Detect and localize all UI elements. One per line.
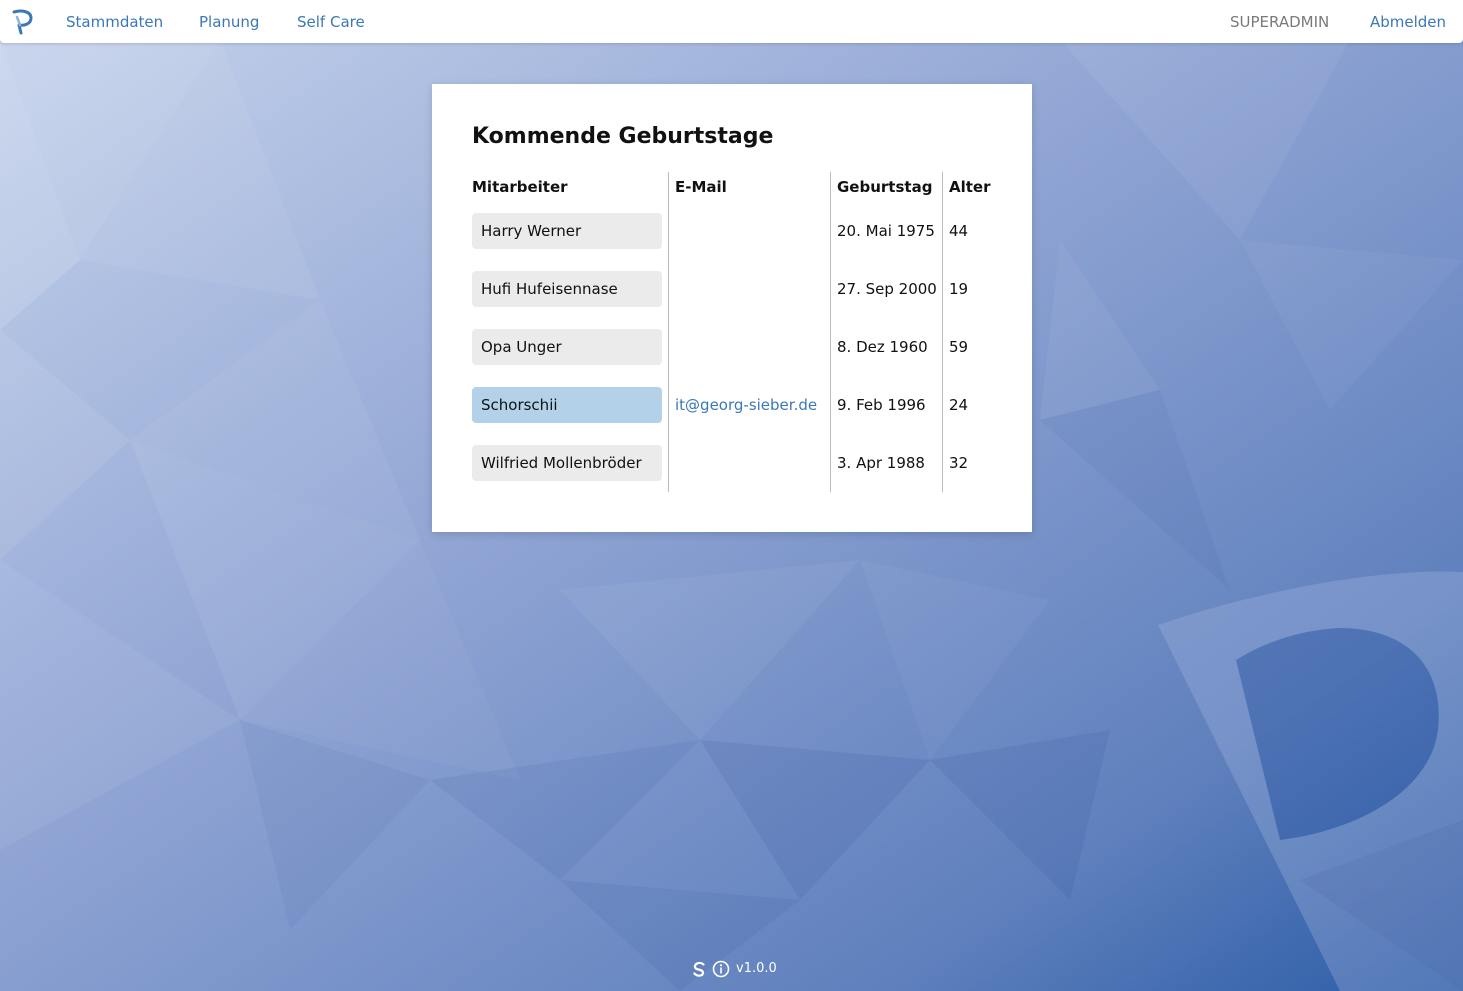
birthday-cell: 9. Feb 1996 bbox=[837, 396, 926, 414]
nav-link-self-care[interactable]: Self Care bbox=[297, 12, 365, 32]
birthday-cell: 8. Dez 1960 bbox=[837, 338, 928, 356]
top-navbar: Stammdaten Planung Self Care SUPERADMIN … bbox=[0, 0, 1463, 43]
current-user-label: SUPERADMIN bbox=[1230, 13, 1330, 31]
birthday-cell: 27. Sep 2000 bbox=[837, 280, 937, 298]
logout-link[interactable]: Abmelden bbox=[1370, 12, 1446, 32]
employee-button[interactable]: Hufi Hufeisennase bbox=[472, 271, 662, 307]
employee-button[interactable]: Harry Werner bbox=[472, 213, 662, 249]
employee-button[interactable]: Opa Unger bbox=[472, 329, 662, 365]
employee-button[interactable]: Wilfried Mollenbröder bbox=[472, 445, 662, 481]
birthday-cell: 3. Apr 1988 bbox=[837, 454, 925, 472]
birthday-cell: 20. Mai 1975 bbox=[837, 222, 935, 240]
p-logo-icon[interactable] bbox=[11, 9, 35, 35]
age-cell: 19 bbox=[949, 280, 969, 298]
age-cell: 24 bbox=[949, 396, 969, 414]
s-logo-icon[interactable] bbox=[690, 960, 708, 978]
nav-link-stammdaten[interactable]: Stammdaten bbox=[66, 12, 163, 32]
version-label: v1.0.0 bbox=[736, 961, 777, 976]
column-header-birthday: Geburtstag bbox=[837, 178, 933, 196]
card-title: Kommende Geburtstage bbox=[472, 124, 774, 149]
employee-button-active[interactable]: Schorschii bbox=[472, 387, 662, 423]
age-cell: 32 bbox=[949, 454, 969, 472]
column-divider bbox=[668, 172, 669, 492]
column-header-age: Alter bbox=[949, 178, 991, 196]
nav-link-planung[interactable]: Planung bbox=[199, 12, 259, 32]
birthdays-card: Kommende Geburtstage Mitarbeiter E-Mail … bbox=[432, 84, 1032, 532]
email-link[interactable]: it@georg-sieber.de bbox=[675, 387, 817, 423]
column-divider bbox=[942, 172, 943, 492]
age-cell: 59 bbox=[949, 338, 969, 356]
column-header-employee: Mitarbeiter bbox=[472, 178, 568, 196]
info-circle-icon[interactable] bbox=[712, 960, 730, 978]
column-divider bbox=[830, 172, 831, 492]
age-cell: 44 bbox=[949, 222, 969, 240]
column-header-email: E-Mail bbox=[675, 178, 727, 196]
footer: v1.0.0 bbox=[690, 959, 777, 979]
